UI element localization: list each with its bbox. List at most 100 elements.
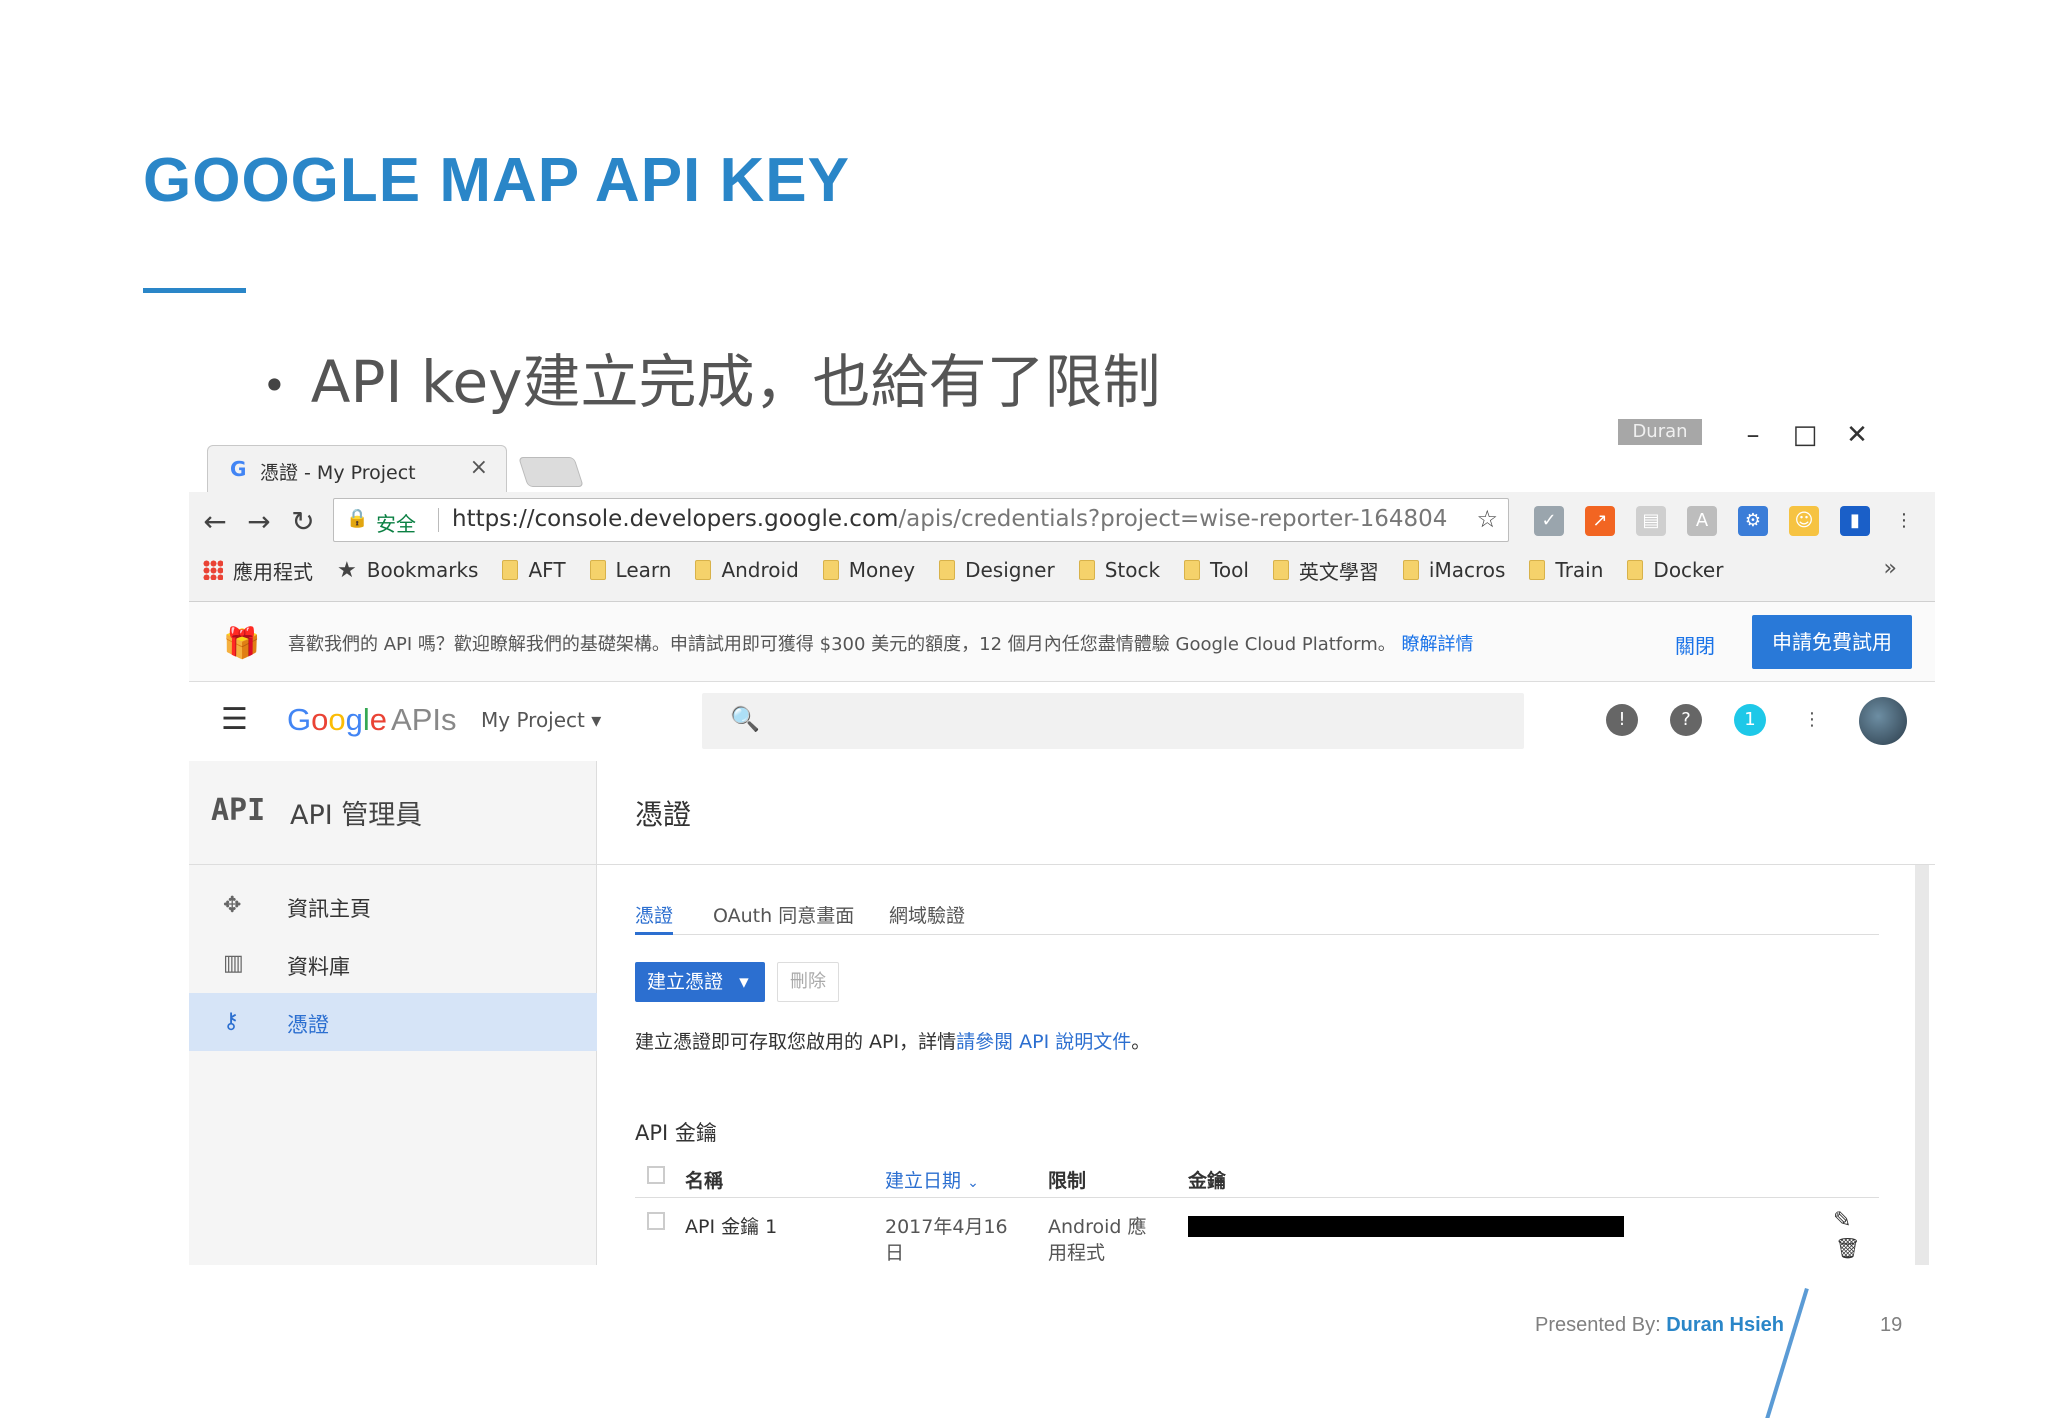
bookmarks-bar: 應用程式 ★ Bookmarks AFT Learn Android Money … xyxy=(203,552,1747,588)
url-path: /apis/credentials?project=wise-reporter-… xyxy=(898,506,1448,532)
window-user-badge: Duran xyxy=(1618,419,1702,445)
url-domain: https://console.developers.google.com xyxy=(452,506,899,532)
sidebar-item-library[interactable]: ▥ 資料庫 xyxy=(189,935,597,993)
gift-icon: 🎁 xyxy=(223,626,261,661)
select-all-checkbox[interactable] xyxy=(647,1166,665,1184)
extension-chart-icon[interactable]: ✓ xyxy=(1534,506,1564,536)
api-docs-link[interactable]: 請參閱 API 說明文件 xyxy=(956,1031,1131,1053)
reload-icon[interactable]: ↻ xyxy=(283,502,323,542)
learn-more-link[interactable]: 瞭解詳情 xyxy=(1402,634,1474,655)
google-apis-logo[interactable]: Google APIs xyxy=(287,702,456,738)
bookmark-folder[interactable]: iMacros xyxy=(1402,558,1505,582)
more-options-icon[interactable]: ⋮ xyxy=(1796,704,1828,736)
row-checkbox[interactable] xyxy=(647,1212,665,1230)
bookmark-label: Android xyxy=(721,558,799,582)
notification-badge[interactable]: 1 xyxy=(1734,704,1766,736)
sidebar-item-dashboard[interactable]: ✥ 資訊主頁 xyxy=(189,877,597,935)
project-selector[interactable]: My Project ▾ xyxy=(481,708,601,732)
bookmark-folder[interactable]: Train xyxy=(1529,558,1603,582)
creation-date-line1: 2017年4月16 xyxy=(885,1216,1008,1238)
promo-banner: 🎁 喜歡我們的 API 嗎？歡迎瞭解我們的基礎架構。申請試用即可獲得 $300 … xyxy=(189,602,1935,682)
bookmarks-overflow-icon[interactable]: » xyxy=(1884,556,1897,581)
tab-oauth-consent[interactable]: OAuth 同意畫面 xyxy=(713,901,854,935)
sidebar-item-label: 資訊主頁 xyxy=(287,897,371,921)
url-text[interactable]: https://console.developers.google.com/ap… xyxy=(452,506,1447,532)
hamburger-menu-icon[interactable]: ☰ xyxy=(221,702,248,737)
column-header-date[interactable]: 建立日期 ⌄ xyxy=(885,1166,979,1193)
folder-icon xyxy=(1627,560,1644,580)
search-bar[interactable]: 🔍 xyxy=(702,693,1524,749)
bookmark-folder[interactable]: Docker xyxy=(1627,558,1723,582)
bookmark-apps[interactable]: 應用程式 xyxy=(203,556,313,585)
restriction-line2: 用程式 xyxy=(1048,1242,1106,1264)
bullet-dot-icon: • xyxy=(262,361,287,411)
bookmark-bookmarks[interactable]: ★ Bookmarks xyxy=(337,558,478,583)
extension-layout-icon[interactable]: ▤ xyxy=(1636,506,1666,536)
extension-face-icon[interactable]: ☺ xyxy=(1789,506,1819,536)
extension-analytics-icon[interactable]: ↗ xyxy=(1585,506,1615,536)
feedback-icon[interactable]: ! xyxy=(1606,704,1638,736)
sidebar-item-credentials[interactable]: ⚷ 憑證 xyxy=(189,993,597,1051)
avatar[interactable] xyxy=(1859,697,1907,745)
scrollbar[interactable] xyxy=(1915,865,1929,1265)
bookmark-folder[interactable]: 英文學習 xyxy=(1272,556,1379,585)
api-badge: API xyxy=(211,793,266,828)
folder-icon xyxy=(695,560,712,580)
key-name[interactable]: API 金鑰 1 xyxy=(685,1212,777,1239)
delete-button[interactable]: 刪除 xyxy=(777,962,839,1002)
delete-trash-icon[interactable]: 🗑 xyxy=(1835,1236,1860,1260)
address-bar[interactable]: 🔒 安全 https://console.developers.google.c… xyxy=(333,498,1509,542)
new-tab-button[interactable] xyxy=(518,457,584,487)
extension-bookmark-icon[interactable]: ▮ xyxy=(1840,506,1870,536)
column-header-name: 名稱 xyxy=(685,1170,724,1192)
browser-menu-icon[interactable]: ⋮ xyxy=(1889,506,1919,536)
main-content: 憑證 憑證 OAuth 同意畫面 網域驗證 建立憑證 ▾ 刪除 建立憑證即可存取… xyxy=(597,761,1935,1265)
folder-icon xyxy=(1529,560,1546,580)
sidebar: API API 管理員 ✥ 資訊主頁 ▥ 資料庫 ⚷ 憑證 xyxy=(189,761,597,1265)
bookmark-folder[interactable]: Tool xyxy=(1184,558,1249,582)
back-arrow-icon[interactable]: ← xyxy=(195,502,235,542)
folder-icon xyxy=(589,560,606,580)
extension-angular-icon[interactable]: A xyxy=(1687,506,1717,536)
bookmark-folder[interactable]: Money xyxy=(822,558,915,582)
bookmark-folder[interactable]: Learn xyxy=(589,558,671,582)
credential-tabs: 憑證 OAuth 同意畫面 網域驗證 xyxy=(635,887,1879,935)
edit-pencil-icon[interactable]: ✎ xyxy=(1833,1208,1851,1233)
close-window-icon[interactable]: ✕ xyxy=(1829,415,1885,455)
folder-icon xyxy=(939,560,956,580)
tab-domain-verification[interactable]: 網域驗證 xyxy=(889,901,965,935)
bookmark-folder[interactable]: AFT xyxy=(502,558,566,582)
browser-tab[interactable]: G 憑證 - My Project × xyxy=(207,445,507,493)
forward-arrow-icon[interactable]: → xyxy=(239,502,279,542)
maximize-icon[interactable]: □ xyxy=(1777,415,1833,455)
bookmark-folder[interactable]: Designer xyxy=(939,558,1055,582)
tab-credentials[interactable]: 憑證 xyxy=(635,901,674,935)
sidebar-title: API 管理員 xyxy=(290,800,423,831)
sidebar-header: API API 管理員 xyxy=(189,761,597,865)
browser-screenshot: Duran – □ ✕ G 憑證 - My Project × ← → ↻ 🔒 … xyxy=(189,415,1935,1265)
column-header-date-label: 建立日期 xyxy=(885,1170,962,1192)
decorative-slash xyxy=(1764,1288,1809,1418)
help-icon[interactable]: ? xyxy=(1670,704,1702,736)
column-header-key: 金鑰 xyxy=(1188,1170,1227,1192)
bookmark-folder[interactable]: Android xyxy=(695,558,799,582)
tab-close-icon[interactable]: × xyxy=(470,455,488,480)
promo-close-button[interactable]: 關閉 xyxy=(1675,630,1715,659)
extension-tool-icon[interactable]: ⚙ xyxy=(1738,506,1768,536)
table-row: API 金鑰 1 2017年4月16 日 Android 應 用程式 ✎ 🗑 xyxy=(635,1198,1879,1265)
info-prefix: 建立憑證即可存取您啟用的 API，詳情 xyxy=(635,1031,957,1053)
address-separator xyxy=(438,508,439,532)
create-credentials-label: 建立憑證 xyxy=(647,971,724,993)
minimize-icon[interactable]: – xyxy=(1725,415,1781,455)
bullet-point: • API key建立完成，也給有了限制 xyxy=(262,335,1161,419)
folder-icon xyxy=(1402,560,1419,580)
bookmark-star-icon[interactable]: ☆ xyxy=(1476,505,1498,533)
footer-prefix: Presented By: xyxy=(1535,1314,1661,1336)
create-credentials-button[interactable]: 建立憑證 ▾ xyxy=(635,962,765,1002)
dashboard-icon: ✥ xyxy=(223,893,242,918)
bookmark-label: Train xyxy=(1555,558,1604,582)
title-underline xyxy=(143,288,246,293)
bookmark-folder[interactable]: Stock xyxy=(1078,558,1160,582)
secure-label: 安全 xyxy=(376,512,416,536)
free-trial-button[interactable]: 申請免費試用 xyxy=(1752,615,1912,669)
